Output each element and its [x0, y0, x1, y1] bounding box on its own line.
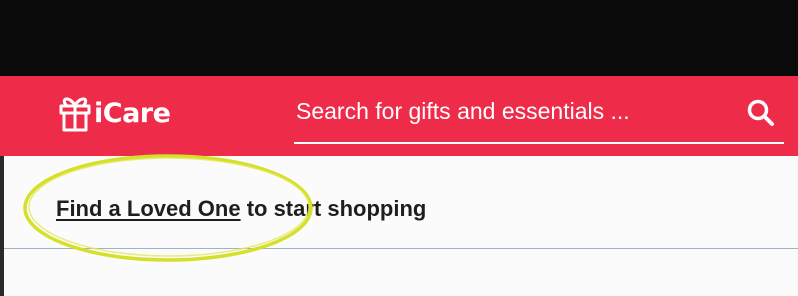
search-underline	[294, 142, 784, 144]
search-input[interactable]: Search for gifts and essentials ...	[296, 98, 630, 125]
content-divider	[4, 248, 798, 249]
find-loved-one-link[interactable]: Find a Loved One	[56, 196, 241, 221]
search-icon[interactable]	[746, 98, 776, 128]
brand-name: iCare	[94, 97, 171, 129]
search-bar[interactable]: Search for gifts and essentials ...	[294, 94, 784, 144]
screenshot-frame: iCare Search for gifts and essentials ..…	[0, 0, 798, 296]
site-logo[interactable]: iCare	[58, 88, 171, 138]
left-edge	[0, 156, 4, 296]
gift-icon	[59, 97, 91, 132]
prompt-suffix: to start shopping	[240, 196, 427, 221]
shopping-prompt: Find a Loved One to start shopping	[56, 196, 426, 222]
top-bar	[0, 0, 798, 78]
main-content	[0, 156, 798, 296]
